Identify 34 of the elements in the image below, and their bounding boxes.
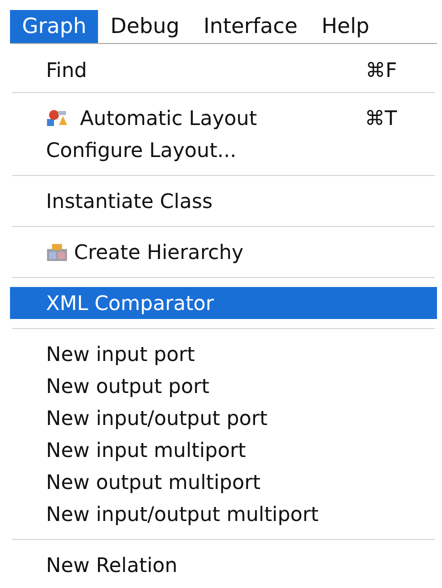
menu-item-label: New output multiport <box>46 469 262 496</box>
menu-bar-item[interactable]: Interface <box>191 10 310 43</box>
shapes-icon <box>46 108 68 128</box>
menu-item[interactable]: New output port <box>10 370 437 402</box>
menu-item[interactable]: New Relation <box>10 549 437 581</box>
menu-item[interactable]: Find ⌘F <box>10 54 437 86</box>
drawer-icon <box>46 242 68 262</box>
menu-bar-item[interactable]: Help <box>310 10 382 43</box>
menu-item-label: Find <box>46 57 88 84</box>
menu-item-label: Configure Layout... <box>46 137 238 164</box>
menu-item-label: New input multiport <box>46 437 247 464</box>
menu-item[interactable]: New input port <box>10 338 437 370</box>
menu-bar-item[interactable]: Graph <box>10 10 98 43</box>
menu-item-label: New input port <box>46 341 196 368</box>
menu-item[interactable]: Create Hierarchy <box>10 236 437 268</box>
shortcut-label: ⌘F <box>365 57 397 84</box>
menu-item-label: New input/output multiport <box>46 501 320 528</box>
menu-item[interactable]: New output multiport <box>10 466 437 498</box>
shortcut-label: ⌘T <box>364 105 397 132</box>
menu-bar-item[interactable]: Debug <box>98 10 192 43</box>
menu-item[interactable]: Instantiate Class <box>10 185 437 217</box>
menu-item-label: New input/output port <box>46 405 268 432</box>
menu-item[interactable]: XML Comparator <box>10 287 437 319</box>
menu-item-label: XML Comparator <box>46 290 215 317</box>
menu-item[interactable]: New input/output multiport <box>10 498 437 530</box>
menu-item[interactable]: New input multiport <box>10 434 437 466</box>
menu-item[interactable]: Automatic Layout ⌘T <box>10 102 437 134</box>
menu-item[interactable]: Configure Layout... <box>10 134 437 166</box>
menu-item-label: Instantiate Class <box>46 188 214 215</box>
menu-item-label: New output port <box>46 373 210 400</box>
menu-item-label: Automatic Layout <box>80 105 258 132</box>
menu-item-label: Create Hierarchy <box>74 239 244 266</box>
menu-item-label: New Relation <box>46 552 178 579</box>
menu-item[interactable]: New input/output port <box>10 402 437 434</box>
